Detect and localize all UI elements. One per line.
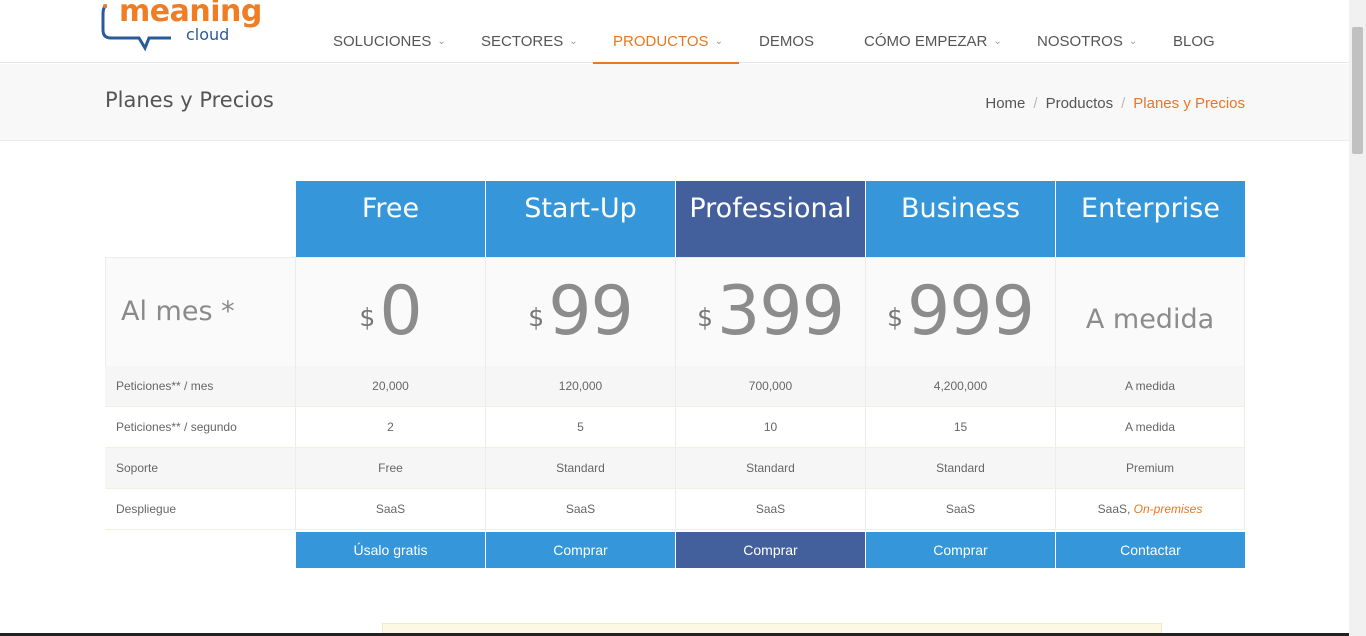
nav-label: SECTORES	[481, 33, 564, 50]
breadcrumb-home[interactable]: Home	[985, 95, 1025, 112]
breadcrumb-separator: /	[1033, 95, 1038, 112]
feature-value: Free	[295, 448, 485, 489]
nav-item-nosotros[interactable]: NOSOTROS ⌄	[1037, 33, 1137, 64]
logo-sub: cloud	[186, 25, 230, 44]
price-amount: 0	[379, 272, 422, 351]
nav-item-productos[interactable]: PRODUCTOS ⌄	[593, 33, 739, 64]
price-free: $0	[295, 258, 485, 366]
feature-row-soporte: Soporte Free Standard Standard Standard …	[105, 448, 1245, 489]
feature-value: SaaS	[675, 489, 865, 530]
chevron-down-icon: ⌄	[437, 36, 446, 47]
feature-value: 5	[485, 407, 675, 448]
nav-label: NOSOTROS	[1037, 33, 1123, 50]
on-premises-link[interactable]: On-premises	[1134, 502, 1203, 516]
feature-value: Standard	[675, 448, 865, 489]
currency-symbol: $	[887, 303, 904, 332]
price-row: Al mes * $0 $99 $399 $999 A medida	[105, 257, 1245, 366]
feature-value: 120,000	[485, 366, 675, 407]
feature-value: SaaS,	[1097, 502, 1134, 516]
feature-label: Soporte	[116, 461, 159, 475]
price-professional: $399	[675, 258, 865, 366]
nav-item-demos[interactable]: DEMOS	[759, 33, 814, 64]
feature-label: Peticiones** / segundo	[116, 420, 237, 434]
currency-symbol: $	[528, 303, 545, 332]
breadcrumb-productos[interactable]: Productos	[1046, 95, 1114, 112]
nav-label: CÓMO EMPEZAR	[864, 33, 988, 50]
site-header: meaning cloud SOLUCIONES ⌄ SECTORES ⌄ PROD…	[0, 0, 1349, 64]
period-label-cell: Al mes *	[105, 258, 295, 366]
page-title: Planes y Precios	[105, 88, 274, 112]
nav-label: SOLUCIONES	[333, 33, 432, 50]
price-amount: 399	[717, 272, 845, 351]
breadcrumb: Home / Productos / Planes y Precios	[985, 95, 1245, 112]
chevron-down-icon: ⌄	[569, 36, 578, 47]
chevron-down-icon: ⌄	[714, 36, 723, 47]
price-business: $999	[865, 258, 1055, 366]
feature-value: 4,200,000	[865, 366, 1055, 407]
nav-label: BLOG	[1173, 33, 1215, 50]
nav-item-soluciones[interactable]: SOLUCIONES ⌄	[333, 33, 446, 64]
feature-value: Standard	[485, 448, 675, 489]
feature-value: Premium	[1055, 448, 1245, 489]
meaningcloud-logo[interactable]: meaning cloud	[101, 0, 276, 52]
price-amount: 999	[907, 272, 1035, 351]
feature-row-despliegue: Despliegue SaaS SaaS SaaS SaaS SaaS, On-…	[105, 489, 1245, 530]
startup-buy-button[interactable]: Comprar	[486, 532, 675, 568]
plan-header-professional: Professional	[676, 181, 865, 257]
feature-row-peticiones-mes: Peticiones** / mes 20,000 120,000 700,00…	[105, 366, 1245, 407]
feature-value: 10	[675, 407, 865, 448]
feature-label: Despliegue	[116, 502, 177, 516]
nav-label: PRODUCTOS	[613, 33, 709, 50]
nav-item-blog[interactable]: BLOG	[1173, 33, 1215, 64]
price-enterprise: A medida	[1055, 258, 1245, 366]
feature-value: 2	[295, 407, 485, 448]
price-amount: 99	[548, 272, 634, 351]
nav-item-sectores[interactable]: SECTORES ⌄	[481, 33, 578, 64]
currency-symbol: $	[697, 303, 714, 332]
feature-value: SaaS	[865, 489, 1055, 530]
chevron-down-icon: ⌄	[1128, 36, 1138, 47]
feature-value: SaaS	[295, 489, 485, 530]
plan-header-enterprise: Enterprise	[1056, 181, 1245, 257]
feature-row-peticiones-segundo: Peticiones** / segundo 2 5 10 15 A medid…	[105, 407, 1245, 448]
chevron-down-icon: ⌄	[993, 36, 1002, 47]
nav-item-como-empezar[interactable]: CÓMO EMPEZAR ⌄	[864, 33, 1002, 64]
page-title-bar: Planes y Precios Home / Productos / Planes y…	[0, 64, 1349, 141]
professional-buy-button[interactable]: Comprar	[676, 532, 865, 568]
breadcrumb-separator: /	[1121, 95, 1126, 112]
breadcrumb-current: Planes y Precios	[1133, 95, 1245, 112]
feature-value: Standard	[865, 448, 1055, 489]
business-buy-button[interactable]: Comprar	[866, 532, 1055, 568]
feature-value: SaaS	[485, 489, 675, 530]
plan-header-free: Free	[296, 181, 485, 257]
enterprise-contact-button[interactable]: Contactar	[1056, 532, 1245, 568]
feature-value: 700,000	[675, 366, 865, 407]
price-custom: A medida	[1085, 304, 1215, 335]
feature-value: A medida	[1055, 366, 1245, 407]
nav-label: DEMOS	[759, 33, 815, 50]
period-label: Al mes *	[121, 296, 235, 327]
feature-value: A medida	[1055, 407, 1245, 448]
feature-label: Peticiones** / mes	[116, 379, 214, 393]
vertical-scrollbar[interactable]	[1349, 0, 1366, 636]
free-signup-button[interactable]: Úsalo gratis	[296, 532, 485, 568]
feature-value-enterprise: SaaS, On-premises	[1055, 489, 1245, 530]
feature-value: 15	[865, 407, 1055, 448]
feature-value: 20,000	[295, 366, 485, 407]
plan-header-business: Business	[866, 181, 1055, 257]
currency-symbol: $	[359, 303, 376, 332]
scrollbar-thumb[interactable]	[1352, 27, 1363, 154]
price-startup: $99	[485, 258, 675, 366]
plan-header-startup: Start-Up	[486, 181, 675, 257]
